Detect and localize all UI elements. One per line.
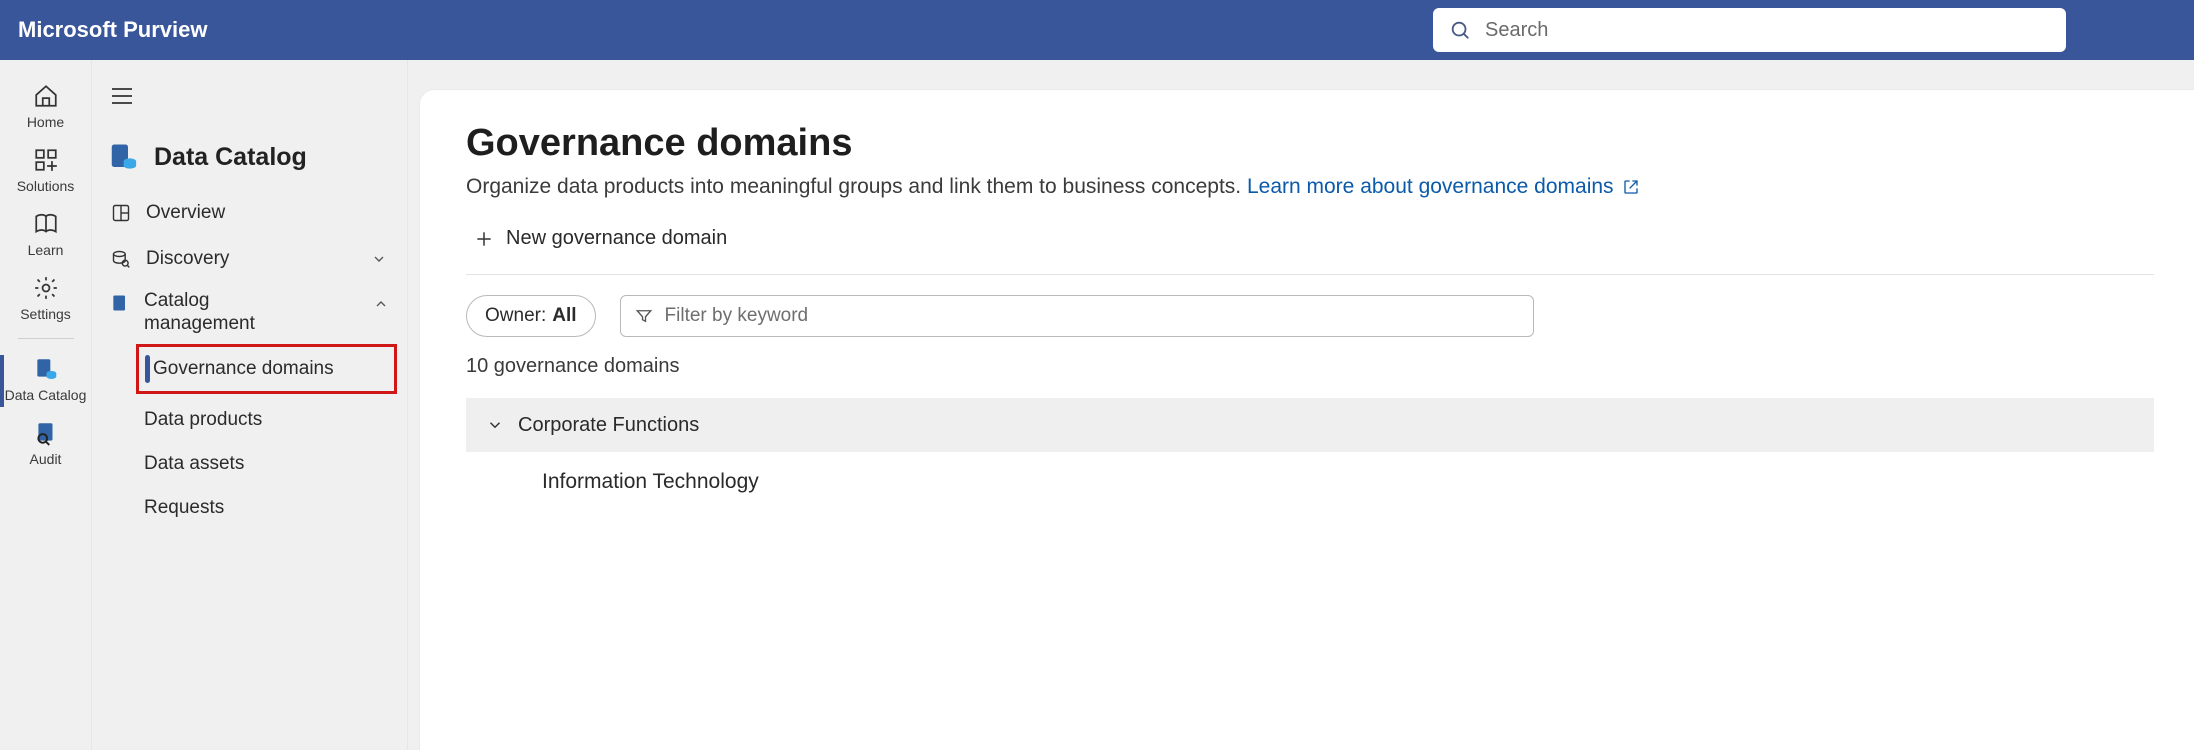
- domain-group-label: Corporate Functions: [518, 414, 699, 437]
- rail-solutions[interactable]: Solutions: [0, 140, 92, 204]
- nav-governance-domains-label: Governance domains: [153, 358, 380, 380]
- external-link-icon: [1623, 179, 1639, 195]
- learn-more-link[interactable]: Learn more about governance domains: [1247, 175, 1639, 198]
- nav-rail: Home Solutions Learn Settings Data Cata: [0, 60, 92, 750]
- rail-learn-label: Learn: [28, 242, 64, 258]
- rail-data-catalog-label: Data Catalog: [5, 387, 87, 403]
- keyword-filter-input[interactable]: [665, 305, 1519, 327]
- owner-filter-value: All: [552, 305, 576, 327]
- audit-icon: [32, 419, 60, 447]
- result-count: 10 governance domains: [466, 355, 2154, 378]
- global-search[interactable]: [1433, 8, 2066, 52]
- catalog-icon: [32, 355, 60, 383]
- nav-catalog-management-label: Catalog management: [144, 290, 255, 336]
- domain-item-label: Information Technology: [542, 470, 759, 493]
- rail-data-catalog[interactable]: Data Catalog: [0, 349, 92, 413]
- grid-icon: [32, 146, 60, 174]
- app-shell: Home Solutions Learn Settings Data Cata: [0, 60, 2194, 750]
- page-toolbar: New governance domain: [466, 221, 2154, 275]
- rail-settings-label: Settings: [20, 306, 71, 322]
- rail-solutions-label: Solutions: [17, 178, 75, 194]
- chevron-up-icon: [373, 296, 389, 312]
- rail-audit-label: Audit: [30, 451, 62, 467]
- book-icon: [32, 210, 60, 238]
- rail-home-label: Home: [27, 114, 64, 130]
- catalog-icon: [108, 142, 138, 172]
- owner-filter-pill[interactable]: Owner: All: [466, 295, 596, 337]
- page-subtitle-text: Organize data products into meaningful g…: [466, 175, 1247, 198]
- page-subtitle: Organize data products into meaningful g…: [466, 175, 2154, 199]
- rail-settings[interactable]: Settings: [0, 268, 92, 332]
- brand-label: Microsoft Purview: [18, 17, 207, 43]
- chevron-down-icon: [486, 416, 504, 434]
- nav-requests-label: Requests: [144, 497, 389, 519]
- nav-governance-domains[interactable]: Governance domains: [145, 347, 388, 391]
- nav-discovery-label: Discovery: [146, 248, 357, 270]
- rail-divider: [18, 338, 74, 339]
- discovery-icon: [110, 248, 132, 270]
- hamburger-button[interactable]: [100, 74, 144, 118]
- screenshot-highlight: Governance domains: [136, 344, 397, 394]
- menu-icon: [111, 87, 133, 105]
- overview-icon: [110, 202, 132, 224]
- rail-learn[interactable]: Learn: [0, 204, 92, 268]
- nav-discovery[interactable]: Discovery: [102, 236, 397, 282]
- chevron-down-icon: [371, 251, 389, 267]
- domain-item-information-technology[interactable]: Information Technology: [466, 452, 2154, 494]
- learn-more-text: Learn more about governance domains: [1247, 175, 1614, 198]
- new-governance-domain-label: New governance domain: [506, 227, 727, 250]
- nav-requests[interactable]: Requests: [136, 486, 397, 530]
- sidebar: Data Catalog Overview Discovery: [92, 60, 408, 750]
- gear-icon: [32, 274, 60, 302]
- page-title: Governance domains: [466, 122, 2154, 165]
- nav-catalog-mgmt-line1: Catalog: [144, 290, 255, 313]
- nav-overview-label: Overview: [146, 202, 389, 224]
- rail-audit[interactable]: Audit: [0, 413, 92, 477]
- owner-filter-key: Owner:: [485, 305, 546, 327]
- sidebar-title-row: Data Catalog: [102, 138, 397, 190]
- nav-catalog-management-children: Governance domains Data products Data as…: [102, 342, 397, 530]
- sidebar-nav: Overview Discovery Catalog management: [102, 190, 397, 530]
- domain-group-corporate-functions[interactable]: Corporate Functions: [466, 398, 2154, 452]
- nav-catalog-mgmt-line2: management: [144, 313, 255, 336]
- nav-data-products[interactable]: Data products: [136, 398, 397, 442]
- top-banner: Microsoft Purview: [0, 0, 2194, 60]
- nav-data-assets-label: Data assets: [144, 453, 389, 475]
- search-input[interactable]: [1485, 19, 2050, 42]
- main-area: Governance domains Organize data product…: [408, 60, 2194, 750]
- catalog-mgmt-icon: [110, 293, 130, 313]
- sidebar-title: Data Catalog: [154, 143, 307, 172]
- main-card: Governance domains Organize data product…: [420, 90, 2194, 750]
- rail-home[interactable]: Home: [0, 76, 92, 140]
- filter-icon: [635, 307, 653, 325]
- nav-overview[interactable]: Overview: [102, 190, 397, 236]
- nav-catalog-management[interactable]: Catalog management: [102, 282, 397, 342]
- nav-data-assets[interactable]: Data assets: [136, 442, 397, 486]
- plus-icon: [474, 229, 494, 249]
- keyword-filter[interactable]: [620, 295, 1534, 337]
- nav-data-products-label: Data products: [144, 409, 389, 431]
- new-governance-domain-button[interactable]: New governance domain: [466, 221, 735, 256]
- home-icon: [32, 82, 60, 110]
- search-icon: [1449, 19, 1471, 41]
- filter-row: Owner: All: [466, 295, 2154, 337]
